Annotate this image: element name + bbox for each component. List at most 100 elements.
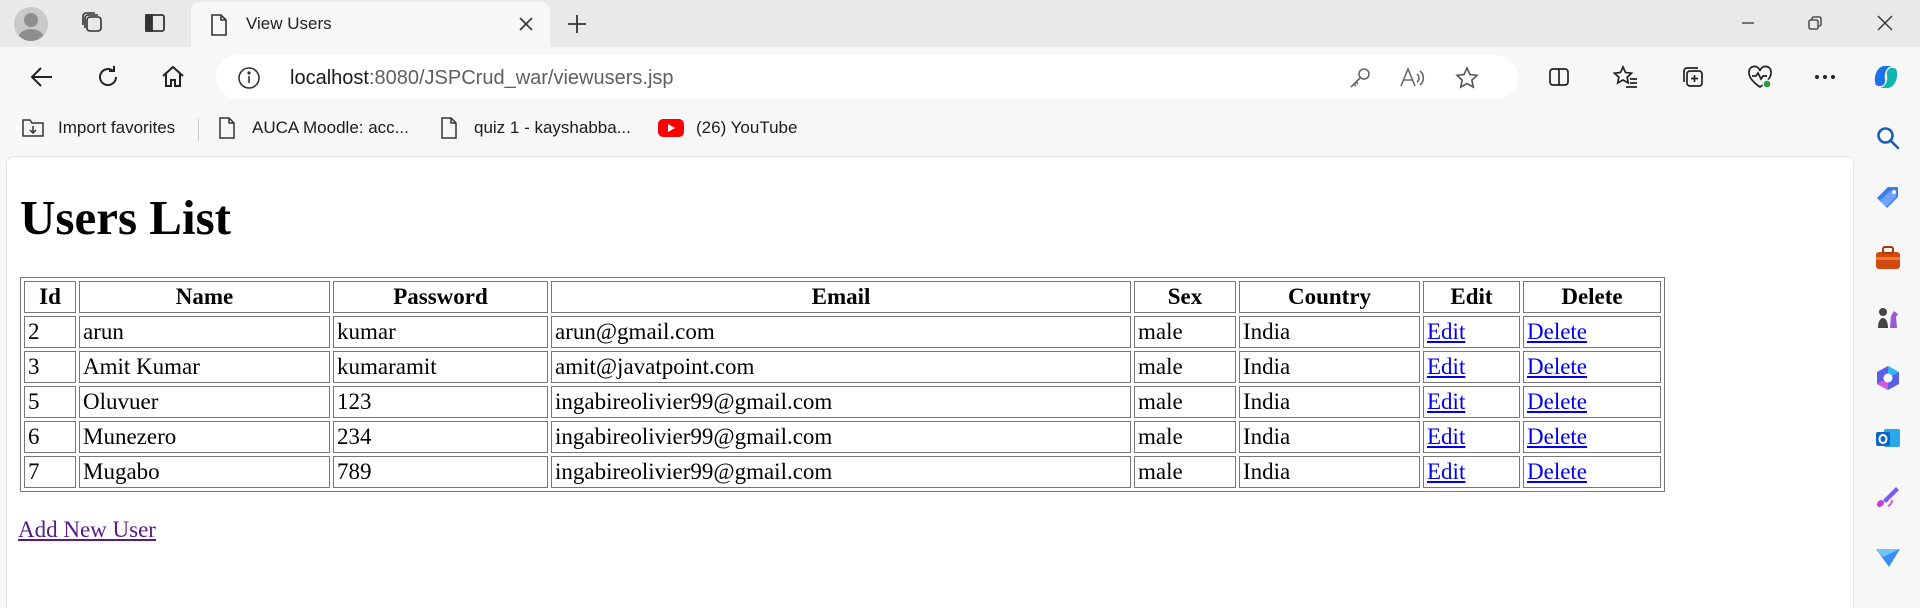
delete-link[interactable]: Delete xyxy=(1527,389,1587,414)
send-drop-icon[interactable] xyxy=(1873,543,1903,573)
edit-link[interactable]: Edit xyxy=(1427,389,1465,414)
column-header-id: Id xyxy=(24,281,76,313)
collections-icon[interactable] xyxy=(1673,58,1713,96)
active-tab[interactable]: View Users xyxy=(191,2,550,47)
favorites-divider xyxy=(198,119,199,141)
delete-link[interactable]: Delete xyxy=(1527,319,1587,344)
table-row: 2 arun kumar arun@gmail.com male India E… xyxy=(24,316,1661,348)
new-tab-icon[interactable] xyxy=(560,7,594,41)
cell-email: arun@gmail.com xyxy=(551,316,1131,348)
cell-id: 5 xyxy=(24,386,76,418)
favorite-label: Import favorites xyxy=(58,118,176,137)
page-title: Users List xyxy=(20,190,231,245)
close-tab-icon[interactable] xyxy=(512,10,540,38)
cell-edit: Edit xyxy=(1423,351,1520,383)
outlook-icon[interactable] xyxy=(1873,423,1903,453)
edit-link[interactable]: Edit xyxy=(1427,354,1465,379)
url-text: localhost:8080/JSPCrud_war/viewusers.jsp xyxy=(290,67,674,90)
table-row: 7 Mugabo 789 ingabireolivier99@gmail.com… xyxy=(24,456,1661,488)
copilot-icon[interactable] xyxy=(1866,58,1906,96)
cell-sex: male xyxy=(1134,316,1236,348)
table-row: 5 Oluvuer 123 ingabireolivier99@gmail.co… xyxy=(24,386,1661,418)
edit-link[interactable]: Edit xyxy=(1427,319,1465,344)
delete-link[interactable]: Delete xyxy=(1527,459,1587,484)
read-aloud-icon[interactable] xyxy=(1398,64,1426,92)
more-options-icon[interactable] xyxy=(1805,58,1845,96)
page-icon xyxy=(436,115,462,141)
favorite-quiz[interactable]: quiz 1 - kayshabba... xyxy=(436,115,631,141)
cell-edit: Edit xyxy=(1423,316,1520,348)
cell-email: ingabireolivier99@gmail.com xyxy=(551,456,1131,488)
cell-name: Mugabo xyxy=(79,456,330,488)
profile-avatar-icon[interactable] xyxy=(14,7,48,41)
cell-id: 2 xyxy=(24,316,76,348)
cell-delete: Delete xyxy=(1523,421,1661,453)
cell-id: 3 xyxy=(24,351,76,383)
cell-email: amit@javatpoint.com xyxy=(551,351,1131,383)
cell-country: India xyxy=(1239,351,1420,383)
cell-edit: Edit xyxy=(1423,456,1520,488)
microsoft-365-icon[interactable] xyxy=(1873,363,1903,393)
delete-link[interactable]: Delete xyxy=(1527,424,1587,449)
back-icon[interactable] xyxy=(22,58,62,96)
cell-sex: male xyxy=(1134,351,1236,383)
cell-country: India xyxy=(1239,316,1420,348)
edge-sidebar xyxy=(1854,106,1920,608)
favorite-star-icon[interactable] xyxy=(1453,64,1481,92)
cell-id: 6 xyxy=(24,421,76,453)
split-screen-icon[interactable] xyxy=(1539,58,1579,96)
favorite-auca-moodle[interactable]: AUCA Moodle: acc... xyxy=(214,115,409,141)
page-icon xyxy=(214,115,240,141)
favorite-youtube[interactable]: (26) YouTube xyxy=(658,115,797,141)
delete-link[interactable]: Delete xyxy=(1527,354,1587,379)
cell-name: Munezero xyxy=(79,421,330,453)
refresh-icon[interactable] xyxy=(88,58,128,96)
column-header-country: Country xyxy=(1239,281,1420,313)
cell-password: 789 xyxy=(333,456,548,488)
cell-delete: Delete xyxy=(1523,456,1661,488)
tab-actions-icon[interactable] xyxy=(138,6,172,40)
cell-delete: Delete xyxy=(1523,351,1661,383)
cell-delete: Delete xyxy=(1523,316,1661,348)
edit-link[interactable]: Edit xyxy=(1427,424,1465,449)
browser-essentials-icon[interactable] xyxy=(1740,58,1780,96)
site-info-icon[interactable] xyxy=(236,65,262,91)
cell-email: ingabireolivier99@gmail.com xyxy=(551,421,1131,453)
url-path: :8080/JSPCrud_war/viewusers.jsp xyxy=(368,67,674,89)
cell-name: arun xyxy=(79,316,330,348)
workspaces-icon[interactable] xyxy=(76,6,110,40)
cell-edit: Edit xyxy=(1423,386,1520,418)
column-header-email: Email xyxy=(551,281,1131,313)
minimize-icon[interactable] xyxy=(1725,6,1771,40)
column-header-delete: Delete xyxy=(1523,281,1661,313)
cell-delete: Delete xyxy=(1523,386,1661,418)
browser-toolbar: localhost:8080/JSPCrud_war/viewusers.jsp xyxy=(0,47,1920,106)
edit-link[interactable]: Edit xyxy=(1427,459,1465,484)
key-icon[interactable] xyxy=(1346,64,1374,92)
home-icon[interactable] xyxy=(153,58,193,96)
page-content: Users List Id Name Password Email Sex Co… xyxy=(6,156,1854,608)
import-favorites-icon xyxy=(20,115,46,141)
favorite-label: quiz 1 - kayshabba... xyxy=(474,118,631,137)
restore-icon[interactable] xyxy=(1792,6,1838,40)
favorites-icon[interactable] xyxy=(1606,58,1646,96)
close-window-icon[interactable] xyxy=(1862,6,1908,40)
table-row: 3 Amit Kumar kumaramit amit@javatpoint.c… xyxy=(24,351,1661,383)
youtube-icon xyxy=(658,115,684,141)
address-bar[interactable]: localhost:8080/JSPCrud_war/viewusers.jsp xyxy=(216,55,1518,99)
favorites-bar: Import favorites AUCA Moodle: acc... qui… xyxy=(0,106,1880,150)
column-header-name: Name xyxy=(79,281,330,313)
add-new-user-link[interactable]: Add New User xyxy=(18,517,156,543)
favorite-import[interactable]: Import favorites xyxy=(20,115,175,141)
tab-title: View Users xyxy=(246,14,332,33)
tools-briefcase-icon[interactable] xyxy=(1873,243,1903,273)
url-host: localhost xyxy=(290,67,369,89)
table-row: 6 Munezero 234 ingabireolivier99@gmail.c… xyxy=(24,421,1661,453)
designer-icon[interactable] xyxy=(1873,483,1903,513)
column-header-edit: Edit xyxy=(1423,281,1520,313)
search-icon[interactable] xyxy=(1873,123,1903,153)
games-chess-icon[interactable] xyxy=(1873,303,1903,333)
cell-country: India xyxy=(1239,421,1420,453)
favorite-label: (26) YouTube xyxy=(696,118,798,137)
shopping-tag-icon[interactable] xyxy=(1873,183,1903,213)
